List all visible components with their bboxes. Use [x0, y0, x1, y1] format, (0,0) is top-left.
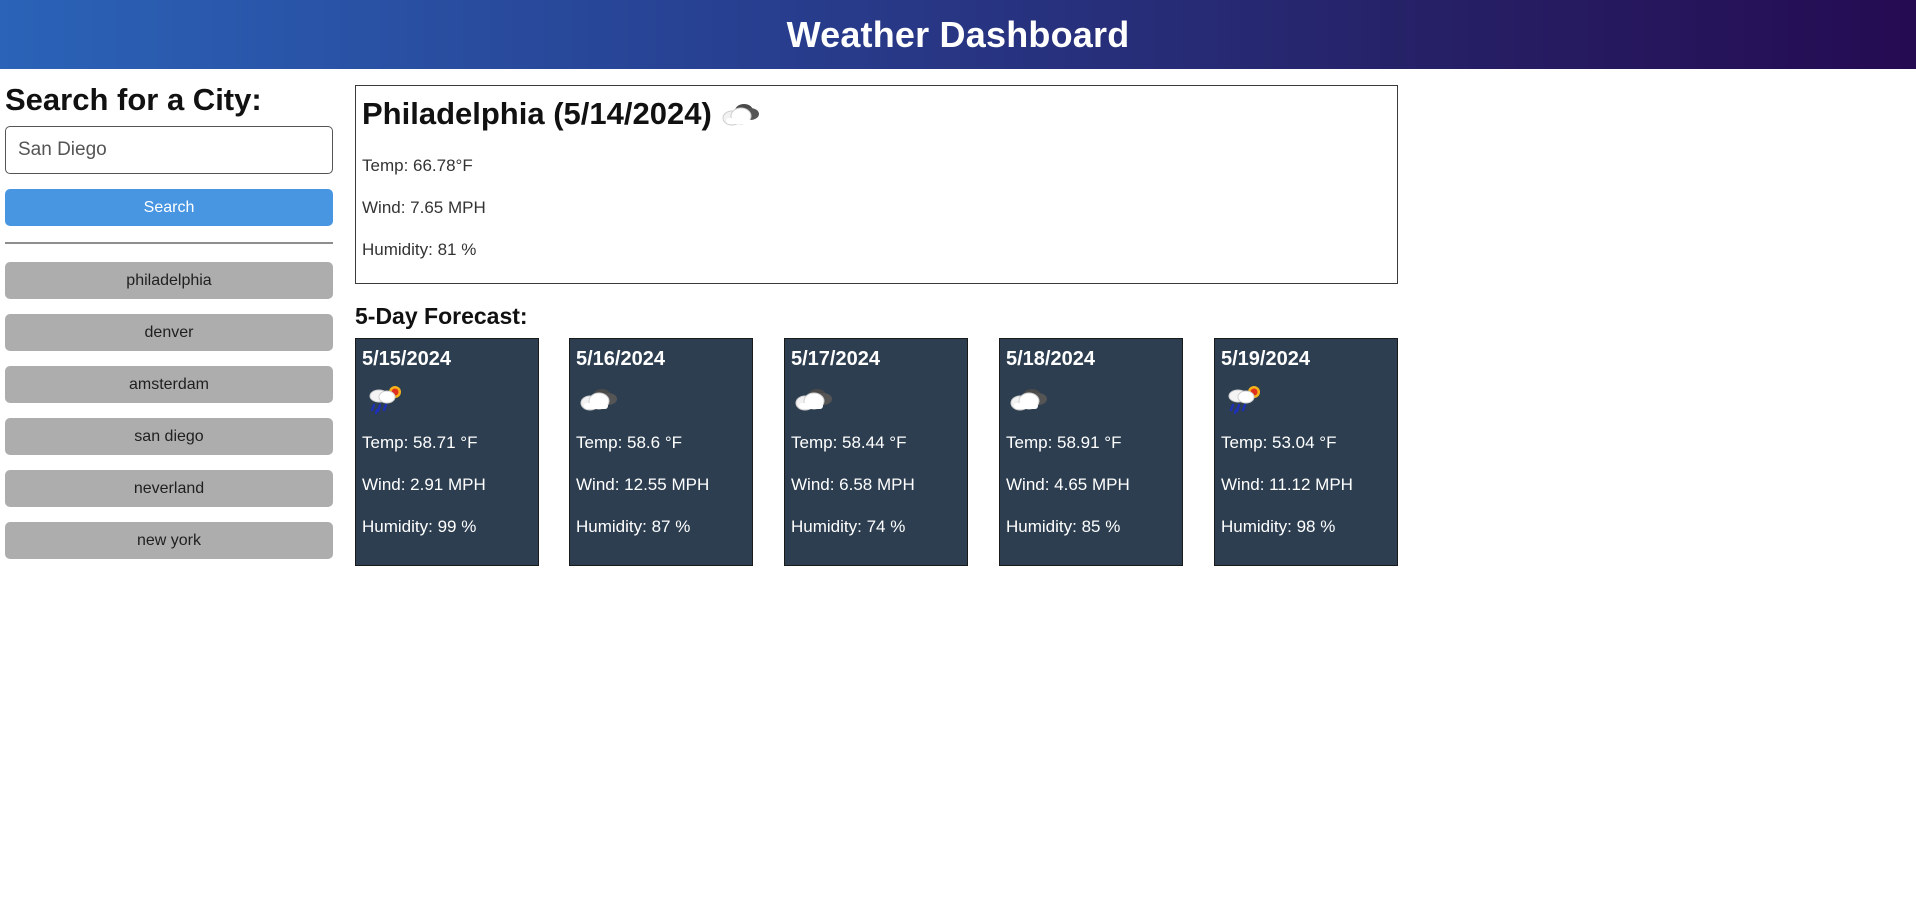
forecast-temp: Temp: 58.44 °F — [791, 433, 907, 452]
app-title: Weather Dashboard — [786, 13, 1130, 55]
history-button-neverland[interactable]: neverland — [5, 470, 333, 507]
cloud-icon — [1010, 389, 1047, 411]
forecast-wind: Wind: 4.65 MPH — [1006, 475, 1130, 494]
sidebar: Search for a City: Search philadelphia d… — [5, 79, 333, 574]
forecast-temp: Temp: 58.6 °F — [576, 433, 683, 452]
cloud-icon — [580, 389, 617, 411]
forecast-card: 5/18/2024 Temp: 58.91 °F Wind: 4.65 MPH … — [999, 338, 1183, 566]
forecast-card: 5/15/2024 Temp: 58.71 °F Wind: 2.91 MPH … — [355, 338, 539, 566]
forecast-date: 5/17/2024 — [791, 348, 880, 370]
divider — [5, 242, 333, 244]
forecast-humidity: Humidity: 87 % — [576, 517, 691, 536]
cloud-icon — [722, 104, 759, 126]
forecast-humidity: Humidity: 74 % — [791, 517, 906, 536]
history-button-denver[interactable]: denver — [5, 314, 333, 351]
current-weather-title: Philadelphia (5/14/2024) — [362, 96, 1391, 132]
search-input[interactable] — [5, 126, 333, 174]
history-button-philadelphia[interactable]: philadelphia — [5, 262, 333, 299]
search-button[interactable]: Search — [5, 189, 333, 226]
rain-sun-icon — [1228, 386, 1260, 415]
forecast-temp: Temp: 58.91 °F — [1006, 433, 1122, 452]
forecast-humidity: Humidity: 85 % — [1006, 517, 1121, 536]
forecast-card: 5/17/2024 Temp: 58.44 °F Wind: 6.58 MPH … — [784, 338, 968, 566]
current-humidity: Humidity: 81 % — [362, 240, 477, 259]
history-button-new-york[interactable]: new york — [5, 522, 333, 559]
forecast-temp: Temp: 58.71 °F — [362, 433, 478, 452]
forecast-date: 5/15/2024 — [362, 348, 451, 370]
forecast-wind: Wind: 12.55 MPH — [576, 475, 710, 494]
search-history-list: philadelphia denver amsterdam san diego … — [5, 262, 333, 559]
forecast-date: 5/16/2024 — [576, 348, 665, 370]
forecast-card: 5/16/2024 Temp: 58.6 °F Wind: 12.55 MPH … — [569, 338, 753, 566]
search-heading: Search for a City: — [5, 82, 262, 117]
forecast-date: 5/18/2024 — [1006, 348, 1095, 370]
history-button-amsterdam[interactable]: amsterdam — [5, 366, 333, 403]
forecast-heading: 5-Day Forecast: — [355, 303, 528, 329]
forecast-wind: Wind: 6.58 MPH — [791, 475, 915, 494]
history-button-san-diego[interactable]: san diego — [5, 418, 333, 455]
forecast-card: 5/19/2024 Temp: 53.04 °F Wind: 11.12 MPH… — [1214, 338, 1398, 566]
forecast-humidity: Humidity: 98 % — [1221, 517, 1336, 536]
forecast-wind: Wind: 11.12 MPH — [1221, 475, 1353, 494]
current-temp: Temp: 66.78°F — [362, 156, 473, 175]
current-weather-card: Philadelphia (5/14/2024) Temp: 66.78°F W… — [355, 85, 1398, 284]
forecast-date: 5/19/2024 — [1221, 348, 1310, 370]
cloud-icon — [795, 389, 832, 411]
current-wind: Wind: 7.65 MPH — [362, 198, 486, 217]
forecast-temp: Temp: 53.04 °F — [1221, 433, 1337, 452]
forecast-row: 5/15/2024 Temp: 58.71 °F Wind: 2.91 MPH … — [355, 338, 1398, 566]
current-city-date: Philadelphia (5/14/2024) — [362, 96, 712, 131]
rain-sun-icon — [369, 386, 401, 415]
app-header: Weather Dashboard — [0, 0, 1916, 69]
forecast-wind: Wind: 2.91 MPH — [362, 475, 486, 494]
forecast-humidity: Humidity: 99 % — [362, 517, 477, 536]
